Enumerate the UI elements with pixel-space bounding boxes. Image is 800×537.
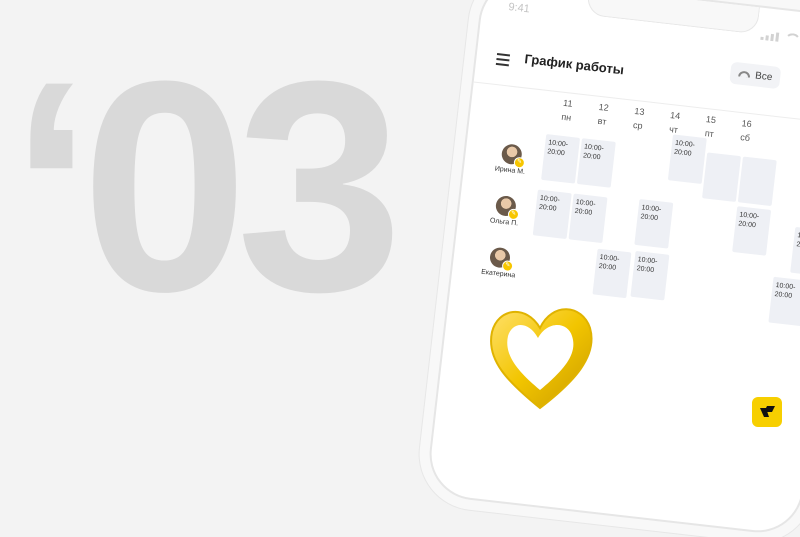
logo-mark-icon xyxy=(760,406,775,417)
status-time: 9:41 xyxy=(507,1,531,16)
employee-olga[interactable]: ✎ Ольга П. xyxy=(480,193,531,228)
gauge-icon xyxy=(738,70,751,78)
day-header[interactable]: 12 вт xyxy=(583,98,622,130)
avatar: ✎ xyxy=(494,194,520,221)
shift-cell[interactable]: 10:00- 20:00 xyxy=(634,199,674,249)
shift-cell[interactable]: 10:00- 20:00 xyxy=(790,226,800,277)
employee-ekaterina[interactable]: ✎ Екатерина xyxy=(474,245,525,280)
shift-cell[interactable]: 10:00- 20:00 xyxy=(532,189,572,240)
shift-cell[interactable]: 10:00- 20:00 xyxy=(541,134,581,184)
heart-icon xyxy=(490,308,593,410)
pencil-icon: ✎ xyxy=(501,259,514,273)
shift-cell[interactable]: 10:00- 20:00 xyxy=(630,250,670,301)
empty-cell[interactable] xyxy=(737,156,777,207)
shift-cell[interactable]: 10:00- 20:00 xyxy=(732,206,772,256)
shift-cell[interactable]: 10:00- 20:00 xyxy=(576,138,616,188)
shift-cell[interactable]: 10:00- 20:00 xyxy=(568,193,608,244)
shift-cell[interactable]: 10:00- 20:00 xyxy=(667,134,707,184)
wifi-icon xyxy=(784,32,800,46)
employee-name: Ольга П. xyxy=(489,217,519,228)
status-icons xyxy=(760,30,800,48)
day-of-week: ср xyxy=(632,119,644,131)
brand-logo xyxy=(752,397,782,427)
filter-button[interactable]: Все xyxy=(729,61,782,90)
employee- irina[interactable]: ✎ Ирина М. xyxy=(486,142,537,177)
pencil-icon: ✎ xyxy=(507,208,520,221)
empty-cell[interactable] xyxy=(702,152,742,202)
day-of-week: вт xyxy=(597,115,607,127)
signal-icon xyxy=(760,31,780,42)
phone-mockup: 9:41 График работы Все 11 пн 12 вт 13 ср 14… xyxy=(424,0,800,537)
day-header[interactable]: 16 сб xyxy=(726,115,765,147)
filter-label: Все xyxy=(754,69,774,83)
day-of-week: сб xyxy=(739,132,751,144)
shift-cell[interactable]: 10:00- 20:00 xyxy=(768,276,800,327)
pencil-icon: ✎ xyxy=(513,156,526,169)
phone-notch xyxy=(586,0,760,35)
decorative-number: ‘03 xyxy=(10,18,403,354)
avatar: ✎ xyxy=(488,246,514,273)
hamburger-icon[interactable] xyxy=(495,52,511,69)
day-header[interactable]: 13 ср xyxy=(619,102,658,134)
page-title: График работы xyxy=(523,51,625,78)
employee-name: Екатерина xyxy=(480,268,516,280)
day-of-week: пн xyxy=(560,111,572,123)
employee-name: Ирина М. xyxy=(494,165,526,176)
day-header[interactable]: 11 пн xyxy=(548,94,587,126)
avatar: ✎ xyxy=(500,143,526,169)
